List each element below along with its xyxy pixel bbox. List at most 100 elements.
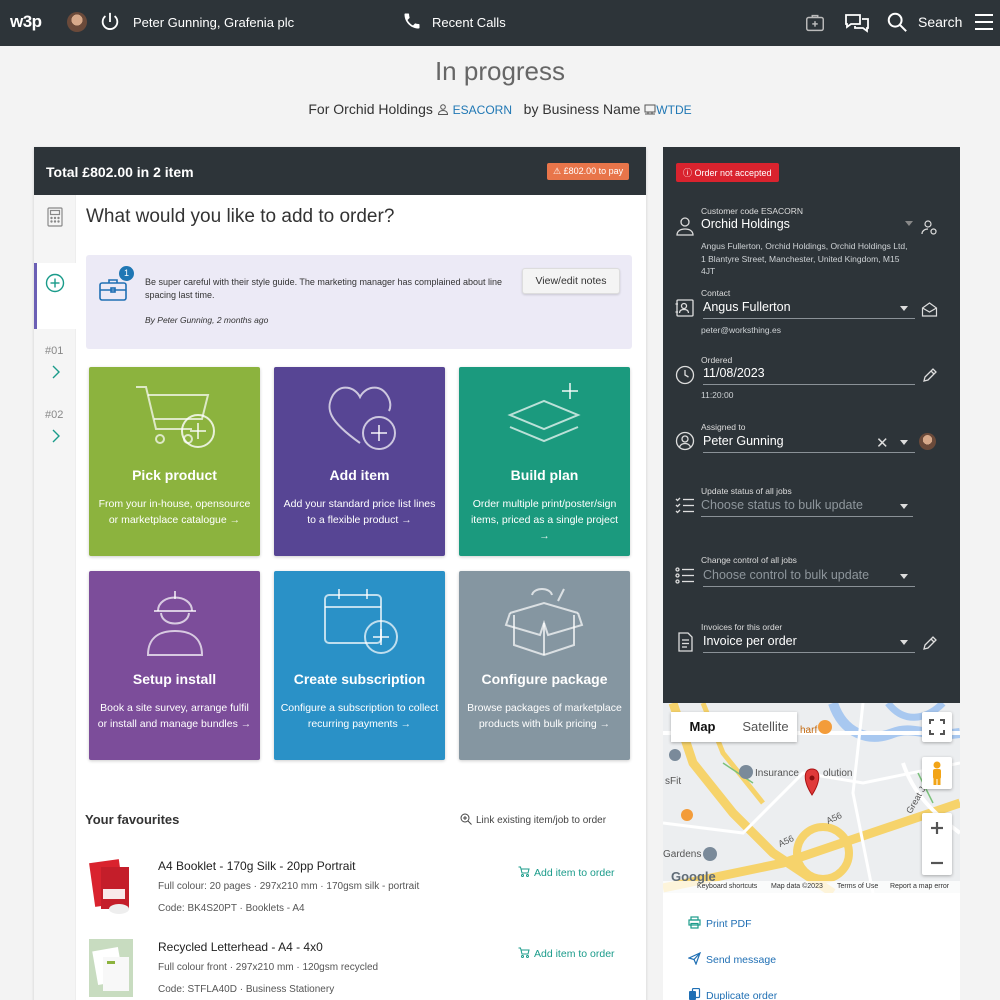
- setup-install-tile[interactable]: Setup install Book a site survey, arrang…: [89, 571, 260, 760]
- map-widget[interactable]: Map Satellite Insurance olution sFit Gar…: [663, 703, 960, 893]
- search-icon[interactable]: [886, 11, 908, 33]
- search-label[interactable]: Search: [918, 14, 962, 30]
- zoom-out-icon[interactable]: [922, 848, 952, 878]
- add-favourite-button[interactable]: Add item to order: [518, 866, 615, 879]
- fullscreen-button[interactable]: [922, 712, 952, 742]
- favourite-code: Code: BK4S20PT · Booklets - A4: [158, 903, 305, 914]
- street-view-button[interactable]: [922, 757, 952, 789]
- status-text: Order not accepted: [694, 168, 772, 178]
- contact-select[interactable]: Angus Fullerton: [703, 300, 915, 319]
- customer-label: Customer code ESACORN: [701, 206, 804, 216]
- recent-calls-link[interactable]: Recent Calls: [432, 15, 506, 30]
- rail-item-01[interactable]: #01: [45, 345, 63, 357]
- chevron-down-icon[interactable]: [900, 306, 908, 311]
- chevron-down-icon[interactable]: [905, 221, 913, 226]
- hamburger-menu-icon[interactable]: [975, 12, 993, 32]
- change-control-label: Change control of all jobs: [701, 555, 797, 565]
- map-label: sFit: [665, 776, 682, 787]
- printer-icon: [688, 916, 701, 929]
- map-data-credit: Map data ©2023: [771, 883, 823, 890]
- zoom-in-icon[interactable]: [922, 813, 952, 843]
- app-logo[interactable]: w3p: [10, 12, 42, 32]
- add-favourite-button[interactable]: Add item to order: [518, 947, 615, 960]
- pegman-icon: [933, 761, 941, 785]
- map-tab-satellite[interactable]: Satellite: [734, 712, 797, 742]
- print-pdf-button[interactable]: Print PDF: [688, 916, 752, 930]
- ordered-date-input[interactable]: 11/08/2023: [703, 366, 915, 385]
- tile-description-text: Configure a subscription to collect recu…: [280, 702, 439, 730]
- order-total: Total £802.00 in 2 item: [46, 164, 194, 180]
- chevron-right-icon[interactable]: [51, 365, 61, 379]
- invoices-label: Invoices for this order: [701, 622, 783, 632]
- chevron-right-icon[interactable]: [51, 429, 61, 443]
- terms-link[interactable]: Terms of Use: [837, 883, 878, 890]
- build-plan-tile[interactable]: Build plan Order multiple print/poster/s…: [459, 367, 630, 556]
- calendar-add-icon: [324, 589, 398, 654]
- page-title: In progress: [434, 56, 566, 86]
- calculator-icon[interactable]: [47, 207, 63, 227]
- map-label: harf: [800, 725, 818, 736]
- favourite-description: Full colour: 20 pages · 297x210 mm · 170…: [158, 881, 420, 892]
- to-pay-amount: £802.00 to pay: [563, 166, 624, 176]
- order-notes-panel: 1 Be super careful with their style guid…: [86, 255, 632, 349]
- favourite-name[interactable]: A4 Booklet - 170g Silk - 20pp Portrait: [158, 859, 355, 873]
- link-existing-button[interactable]: Link existing item/job to order: [460, 813, 606, 826]
- power-icon[interactable]: [99, 11, 121, 33]
- chat-icon[interactable]: [843, 11, 871, 35]
- chevron-down-icon[interactable]: [900, 640, 908, 645]
- cart-icon: [518, 947, 530, 958]
- favourite-name[interactable]: Recycled Letterhead - A4 - 4x0: [158, 940, 323, 954]
- by-business: by Business Name: [523, 101, 641, 117]
- business-icon: [644, 104, 656, 115]
- arrow-right-icon: →: [229, 514, 241, 526]
- medkit-icon[interactable]: [804, 12, 826, 34]
- tile-description: Order multiple print/poster/sign items, …: [465, 496, 624, 544]
- pencil-icon[interactable]: [921, 635, 938, 652]
- zoom-controls: [922, 813, 952, 875]
- chevron-down-icon[interactable]: [900, 440, 908, 445]
- booklet-thumbnail[interactable]: [89, 859, 133, 917]
- page-subtitle: For Orchid Holdings ESACORN by Business …: [0, 101, 1000, 117]
- report-error-link[interactable]: Report a map error: [890, 883, 949, 890]
- clear-icon[interactable]: ✕: [876, 434, 889, 452]
- order-card-header: Total £802.00 in 2 item ⚠ £802.00 to pay: [34, 147, 646, 195]
- create-subscription-tile[interactable]: Create subscription Configure a subscrip…: [274, 571, 445, 760]
- change-control-select[interactable]: Choose control to bulk update: [703, 568, 915, 587]
- add-favourite-label: Add item to order: [534, 948, 615, 960]
- letterhead-thumbnail[interactable]: [89, 939, 133, 997]
- person-icon: [437, 104, 448, 115]
- tile-title: Add item: [329, 467, 390, 483]
- current-user[interactable]: Peter Gunning, Grafenia plc: [133, 15, 294, 30]
- tile-title: Create subscription: [293, 671, 426, 687]
- paper-plane-icon: [688, 952, 701, 965]
- arrow-right-icon: →: [240, 718, 252, 730]
- user-avatar[interactable]: [67, 12, 87, 32]
- update-status-select[interactable]: Choose status to bulk update: [701, 498, 913, 517]
- favourite-description: Full colour front · 297x210 mm · 120gsm …: [158, 962, 379, 973]
- pencil-icon[interactable]: [921, 367, 938, 384]
- chevron-down-icon[interactable]: [900, 504, 908, 509]
- duplicate-order-button[interactable]: Duplicate order: [688, 988, 777, 1000]
- pick-product-tile[interactable]: Pick product From your in-house, opensou…: [89, 367, 260, 556]
- rail-item-02[interactable]: #02: [45, 409, 63, 421]
- person-settings-icon[interactable]: [921, 219, 938, 236]
- fullscreen-icon: [929, 719, 945, 735]
- customer-code-link[interactable]: ESACORN: [453, 103, 512, 117]
- phone-icon[interactable]: [402, 11, 422, 31]
- add-circle-icon[interactable]: [45, 273, 65, 293]
- invoices-select[interactable]: Invoice per order: [703, 634, 915, 653]
- send-message-button[interactable]: Send message: [688, 952, 776, 966]
- update-status-label: Update status of all jobs: [701, 486, 792, 496]
- chevron-down-icon[interactable]: [900, 574, 908, 579]
- heart-add-icon: [328, 386, 396, 450]
- map-tab-map[interactable]: Map: [671, 712, 734, 742]
- configure-package-tile[interactable]: Configure package Browse packages of mar…: [459, 571, 630, 760]
- add-item-tile[interactable]: Add item Add your standard price list li…: [274, 367, 445, 556]
- map-label: Gardens: [663, 849, 702, 860]
- business-code-link[interactable]: WTDE: [656, 103, 691, 117]
- view-edit-notes-button[interactable]: View/edit notes: [522, 268, 620, 294]
- envelope-open-icon[interactable]: [921, 301, 938, 318]
- keyboard-shortcuts-link[interactable]: Keyboard shortcuts: [697, 883, 757, 890]
- customer-select[interactable]: Orchid Holdings: [701, 217, 913, 236]
- google-logo: Google: [671, 869, 716, 884]
